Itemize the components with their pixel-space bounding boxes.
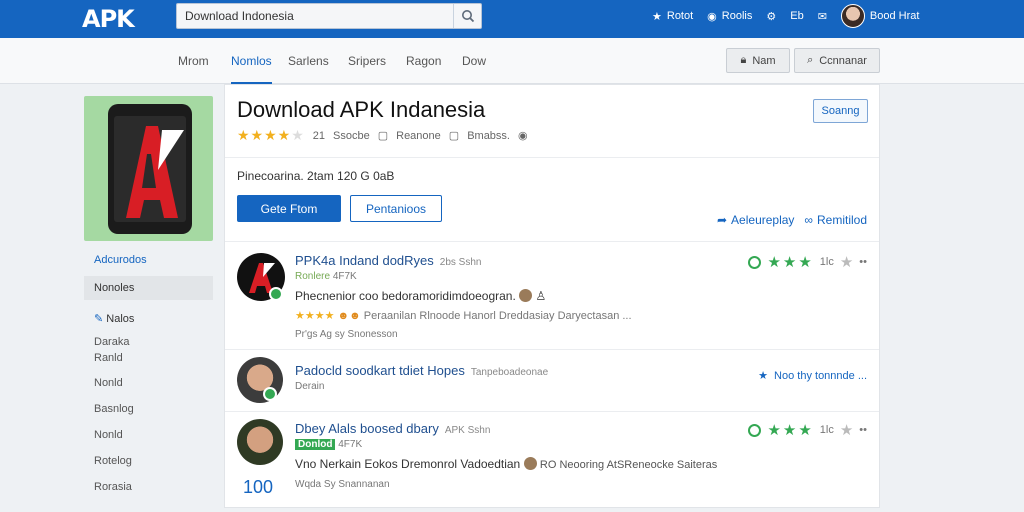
search-input[interactable]: [177, 4, 453, 28]
star-icon: ★: [758, 370, 769, 382]
emoji-icon: [523, 457, 537, 470]
nav-bar: Mrom Nomlos Sarlens Sripers Ragon Dow 🔒︎…: [0, 38, 1024, 84]
page-title: Download APK Indanesia: [237, 97, 486, 122]
rating-stars: ★★★★: [295, 310, 335, 322]
sidebar-item-basnlog[interactable]: Basnlog: [84, 403, 213, 415]
sidebar-item-rorasia[interactable]: Rorasia: [84, 481, 213, 493]
tab-nomlos[interactable]: Nomlos: [231, 38, 272, 84]
tab-mrom[interactable]: Mrom: [178, 38, 209, 84]
sidebar-item-adcurodos[interactable]: Adcurodos: [84, 254, 213, 266]
share-link[interactable]: ➦ Aeleureplay: [717, 213, 794, 227]
review-text: Vno Nerkain Eokos Dremonrol Vadoedtian R…: [295, 457, 718, 471]
review-author[interactable]: PPK4a Indand dodRyes 2bs Sshn: [295, 253, 481, 268]
emoji-icon: [519, 289, 533, 302]
emoji-icon: ☻☻: [337, 310, 361, 322]
person-icon: ♙: [535, 289, 547, 303]
review-tags: Derain: [295, 381, 325, 392]
app-detail-panel: Download APK Indanesia ★★★★★ 21 Ssocbe ▢…: [224, 84, 880, 508]
top-right-button[interactable]: Soanng: [813, 99, 868, 123]
search-button[interactable]: [453, 4, 481, 28]
action-links: ➦ Aeleureplay ∞ Remitilod: [717, 213, 867, 227]
search-icon: [461, 10, 474, 23]
comment-icon: ▢: [377, 130, 389, 142]
user-menu[interactable]: Bood Hrat: [840, 4, 919, 28]
verified-badge: [269, 287, 283, 301]
secondary-button[interactable]: Pentanioos: [350, 195, 442, 222]
sidebar-item-nonld[interactable]: Nonld: [84, 377, 213, 389]
search-box: [176, 3, 482, 29]
review-item: Padocld soodkart tdiet Hopes Tanpeboadeon…: [225, 349, 879, 411]
header-chat[interactable]: ✉: [818, 10, 827, 23]
star-icon[interactable]: ★: [840, 421, 853, 439]
phone-logo-icon: [108, 104, 192, 234]
app-icon: [84, 96, 213, 241]
review-link[interactable]: ★ Noo thy tonnnde ...: [758, 369, 867, 383]
connect-button[interactable]: ⌕ Ccnnanar: [794, 48, 880, 73]
check-icon: [748, 423, 762, 437]
green-stars: ★★★: [767, 254, 814, 271]
check-icon: [748, 255, 762, 269]
avatar: [840, 4, 865, 28]
tab-sripers[interactable]: Sripers: [348, 38, 386, 84]
tab-dow[interactable]: Dow: [462, 38, 486, 84]
more-icon[interactable]: ••: [859, 424, 867, 436]
more-icon[interactable]: ••: [859, 256, 867, 268]
pin-icon: ✎: [94, 313, 104, 325]
review-footer: Pr'gs Ag sy Snonesson: [295, 329, 398, 340]
avatar: [237, 419, 283, 465]
header-link-eb[interactable]: Eb: [790, 10, 803, 22]
rating-row: ★★★★★ 21 Ssocbe ▢ Reanone ▢ Bmabss. ◉: [237, 127, 528, 143]
share-icon: ▢: [448, 130, 460, 142]
login-button[interactable]: 🔒︎ Nam: [726, 48, 790, 73]
report-link[interactable]: ∞ Remitilod: [804, 213, 867, 227]
review-author[interactable]: Padocld soodkart tdiet Hopes Tanpeboadeon…: [295, 363, 548, 378]
gear-icon: ⚙: [766, 10, 777, 23]
review-sub: ★★★★ ☻☻ Peraanilan Rlnoode Hanorl Dredda…: [295, 310, 632, 322]
sidebar-item-nonld-2[interactable]: Nonld: [84, 429, 213, 441]
verified-badge: [263, 387, 277, 401]
link-icon: ∞: [804, 213, 813, 227]
review-item: 100 Dbey Alals boosed dbary APK Sshn Donl…: [225, 411, 879, 507]
review-tags: Donlod 4F7K: [295, 439, 362, 450]
review-rating: ★★★ 1lc ★ ••: [748, 421, 867, 439]
divider: [225, 157, 879, 158]
star-icon: ★: [652, 10, 662, 23]
review-author[interactable]: Dbey Alals boosed dbary APK Sshn: [295, 421, 490, 436]
star-icon[interactable]: ★: [840, 253, 853, 271]
sidebar-item-nonoles[interactable]: Nonoles: [84, 276, 213, 300]
chat-icon: ✉: [817, 10, 827, 23]
search-icon: ⌕: [807, 54, 814, 66]
tab-ragon[interactable]: Ragon: [406, 38, 441, 84]
review-text: Phecnenior coo bedoramoridimdoeogran. ♙: [295, 289, 547, 303]
review-footer: Wqda Sy Snannanan: [295, 479, 390, 490]
rating-stars: ★★★★★: [237, 127, 305, 143]
sidebar-item-rotelog[interactable]: Rotelog: [84, 455, 213, 467]
green-stars: ★★★: [767, 422, 814, 439]
review-tags: Ronlere 4F7K: [295, 271, 357, 282]
header-gear[interactable]: ⚙: [766, 10, 776, 23]
share-arrow-icon: ➦: [716, 213, 728, 227]
review-rating: ★★★ 1lc ★ ••: [748, 253, 867, 271]
header-link-rotot[interactable]: ★ Rotot: [652, 10, 693, 23]
sidebar-item-nalos[interactable]: ✎ Nalos: [84, 312, 213, 325]
review-item: PPK4a Indand dodRyes 2bs Sshn Ronlere 4F7…: [225, 241, 879, 349]
download-button[interactable]: Gete Ftom: [237, 195, 341, 222]
header-link-roolis[interactable]: ◉ Roolis: [707, 10, 752, 23]
like-count: 100: [243, 477, 274, 497]
app-info-line: Pinecoarina. 2tam 120 G 0aB: [237, 169, 395, 183]
tab-sarlens[interactable]: Sarlens: [288, 38, 329, 84]
lock-icon: 🔒︎: [740, 54, 747, 66]
info-icon[interactable]: ◉: [518, 129, 528, 142]
apk-logo[interactable]: APK: [82, 5, 135, 33]
sidebar-item-daraka[interactable]: Daraka: [84, 336, 213, 348]
header-links: ★ Rotot ◉ Roolis ⚙ Eb ✉ Bood Hrat: [652, 0, 919, 32]
sidebar-item-ranld[interactable]: Ranld: [84, 352, 213, 364]
top-bar: APK ★ Rotot ◉ Roolis ⚙ Eb ✉ Bood Hrat: [0, 0, 1024, 38]
bell-icon: ◉: [707, 10, 717, 23]
